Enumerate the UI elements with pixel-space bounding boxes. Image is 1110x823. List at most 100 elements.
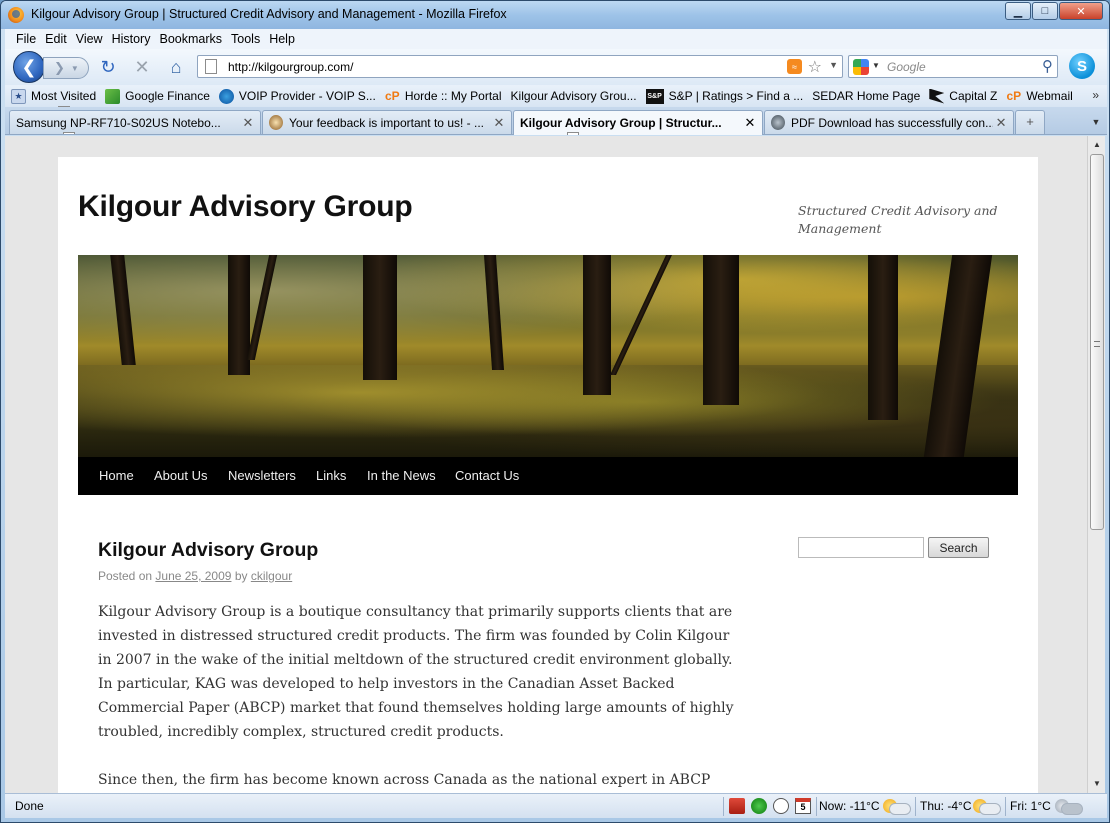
site-search-input[interactable] <box>798 537 924 558</box>
forward-button[interactable]: ❯ ▼ <box>43 57 89 79</box>
security-status-icon[interactable] <box>751 798 767 814</box>
post-meta: Posted on June 25, 2009 by ckilgour <box>98 569 293 583</box>
url-dropdown-icon[interactable]: ▼ <box>829 60 838 70</box>
nav-newsletters[interactable]: Newsletters <box>228 468 296 483</box>
page-icon <box>567 132 579 135</box>
weather-fri[interactable]: Fri: 1°C <box>1010 799 1051 813</box>
vertical-scrollbar[interactable]: ▲ ▼ <box>1087 136 1105 793</box>
list-all-tabs-icon[interactable]: ▼ <box>1087 113 1105 131</box>
post-author-link[interactable]: ckilgour <box>251 569 292 583</box>
page-icon <box>205 59 217 74</box>
bookmark-horde[interactable]: cP Horde :: My Portal <box>385 89 502 104</box>
browser-window: Kilgour Advisory Group | Structured Cred… <box>0 0 1110 823</box>
menu-history[interactable]: History <box>109 32 157 46</box>
nav-in-the-news[interactable]: In the News <box>367 468 436 483</box>
home-icon: ⌂ <box>170 56 182 77</box>
back-arrow-icon: ❮ <box>21 56 37 77</box>
tab-feedback[interactable]: Your feedback is important to us! - ... … <box>262 110 512 134</box>
nav-about-us[interactable]: About Us <box>154 468 207 483</box>
menu-bookmarks[interactable]: Bookmarks <box>156 32 228 46</box>
tab-close-icon[interactable]: ✕ <box>993 115 1009 131</box>
tab-close-icon[interactable]: ✕ <box>491 115 507 131</box>
engine-dropdown-icon[interactable]: ▼ <box>872 61 880 70</box>
header-banner-image <box>78 255 1018 457</box>
maximize-icon: □ <box>1041 5 1049 17</box>
site-title[interactable]: Kilgour Advisory Group <box>78 190 413 224</box>
home-button[interactable]: ⌂ <box>165 56 187 78</box>
bookmark-google-finance[interactable]: Google Finance <box>105 88 210 104</box>
capital-z-icon <box>929 88 945 104</box>
tab-pdf-download[interactable]: PDF Download has successfully con... ✕ <box>764 110 1014 134</box>
tab-close-icon[interactable]: ✕ <box>240 115 256 131</box>
skype-icon[interactable]: S <box>1069 53 1095 79</box>
stop-icon: ✕ <box>134 56 150 77</box>
calendar-icon[interactable]: 5 <box>795 798 811 814</box>
site-navigation: Home About Us Newsletters Links In the N… <box>78 457 1018 495</box>
stop-button[interactable]: ✕ <box>131 56 153 78</box>
scrollbar-thumb[interactable] <box>1090 154 1104 530</box>
menu-help[interactable]: Help <box>266 32 301 46</box>
tab-close-icon[interactable]: ✕ <box>742 115 758 131</box>
tab-samsung[interactable]: Samsung NP-RF710-S02US Notebo... ✕ <box>9 110 261 134</box>
bookmark-kilgour[interactable]: Kilgour Advisory Grou... <box>58 89 637 107</box>
clock-icon[interactable] <box>773 798 789 814</box>
bookmark-star-icon[interactable]: ☆ <box>808 57 822 77</box>
status-bar: Done 5 Now: -11°C Thu: -4°C Fri: 1°C <box>5 793 1107 818</box>
reload-button[interactable]: ↻ <box>97 56 119 78</box>
bookmark-voip-provider[interactable]: VOIP Provider - VOIP S... <box>218 88 376 104</box>
back-button[interactable]: ❮ <box>13 51 45 83</box>
weather-thu[interactable]: Thu: -4°C <box>920 799 971 813</box>
post-body: Kilgour Advisory Group is a boutique con… <box>98 600 738 793</box>
minimize-icon: ▁ <box>1013 5 1023 18</box>
firefox-icon <box>8 7 24 23</box>
nav-contact-us[interactable]: Contact Us <box>455 468 519 483</box>
menu-edit[interactable]: Edit <box>42 32 73 46</box>
maximize-button[interactable]: □ <box>1032 2 1058 20</box>
post-title[interactable]: Kilgour Advisory Group <box>98 539 318 562</box>
scroll-up-arrow-icon[interactable]: ▲ <box>1089 137 1105 153</box>
nav-home[interactable]: Home <box>99 468 134 483</box>
bookmark-webmail[interactable]: cP Webmail <box>1006 89 1072 104</box>
rss-feed-icon[interactable]: ≈ <box>787 59 802 74</box>
minimize-button[interactable]: ▁ <box>1005 2 1031 20</box>
cpanel-icon: cP <box>384 89 400 103</box>
nav-links[interactable]: Links <box>316 468 346 483</box>
address-bar[interactable]: http://kilgourgroup.com/ ≈ ☆ ▼ <box>197 55 843 78</box>
reload-icon: ↻ <box>100 56 116 77</box>
tab-kilgour[interactable]: Kilgour Advisory Group | Structur... ✕ <box>513 110 763 135</box>
pdf-download-site-icon <box>771 115 785 130</box>
google-finance-icon <box>105 88 121 104</box>
search-placeholder[interactable]: Google <box>887 60 926 74</box>
page-icon <box>63 132 75 134</box>
bookmark-sp-ratings[interactable]: S&P S&P | Ratings > Find a ... <box>645 88 803 104</box>
window-title: Kilgour Advisory Group | Structured Cred… <box>31 7 507 21</box>
google-engine-icon[interactable] <box>853 59 869 75</box>
most-visited-icon: ★ <box>11 88 26 104</box>
bookmark-capital-z[interactable]: Capital Z <box>929 88 997 104</box>
menu-view[interactable]: View <box>73 32 109 46</box>
weather-now[interactable]: Now: -11°C <box>819 799 880 813</box>
menu-bar: File Edit View History Bookmarks Tools H… <box>5 29 1107 49</box>
post-date-link[interactable]: June 25, 2009 <box>155 569 231 583</box>
more-bookmarks-chevron-icon[interactable]: » <box>1092 88 1099 102</box>
partly-cloudy-icon <box>883 797 911 815</box>
post-paragraph: Kilgour Advisory Group is a boutique con… <box>98 604 734 740</box>
status-text: Done <box>15 799 44 813</box>
page-viewport: Kilgour Advisory Group Structured Credit… <box>5 136 1087 793</box>
forward-arrow-icon: ❯ <box>54 60 65 75</box>
site-search-button[interactable]: Search <box>928 537 989 558</box>
search-icon[interactable]: ⚲ <box>1042 57 1053 75</box>
navigation-toolbar: ❮ ❯ ▼ ↻ ✕ ⌂ http://kilgourgroup.com/ ≈ ☆… <box>5 49 1107 85</box>
bookmark-most-visited[interactable]: ★ Most Visited <box>11 88 96 104</box>
url-text[interactable]: http://kilgourgroup.com/ <box>228 60 353 74</box>
new-tab-button[interactable]: + <box>1015 110 1045 134</box>
menu-tools[interactable]: Tools <box>228 32 266 46</box>
bookmarks-toolbar: ★ Most Visited Google Finance VOIP Provid… <box>5 85 1107 107</box>
bookmark-sedar[interactable]: SEDAR Home Page <box>58 89 920 107</box>
search-bar[interactable]: ▼ Google ⚲ <box>848 55 1058 78</box>
scroll-down-arrow-icon[interactable]: ▼ <box>1089 776 1105 792</box>
pdf-icon[interactable] <box>729 798 745 814</box>
menu-file[interactable]: File <box>13 32 42 46</box>
site-page: Kilgour Advisory Group Structured Credit… <box>58 157 1038 793</box>
close-window-button[interactable]: ✕ <box>1059 2 1103 20</box>
